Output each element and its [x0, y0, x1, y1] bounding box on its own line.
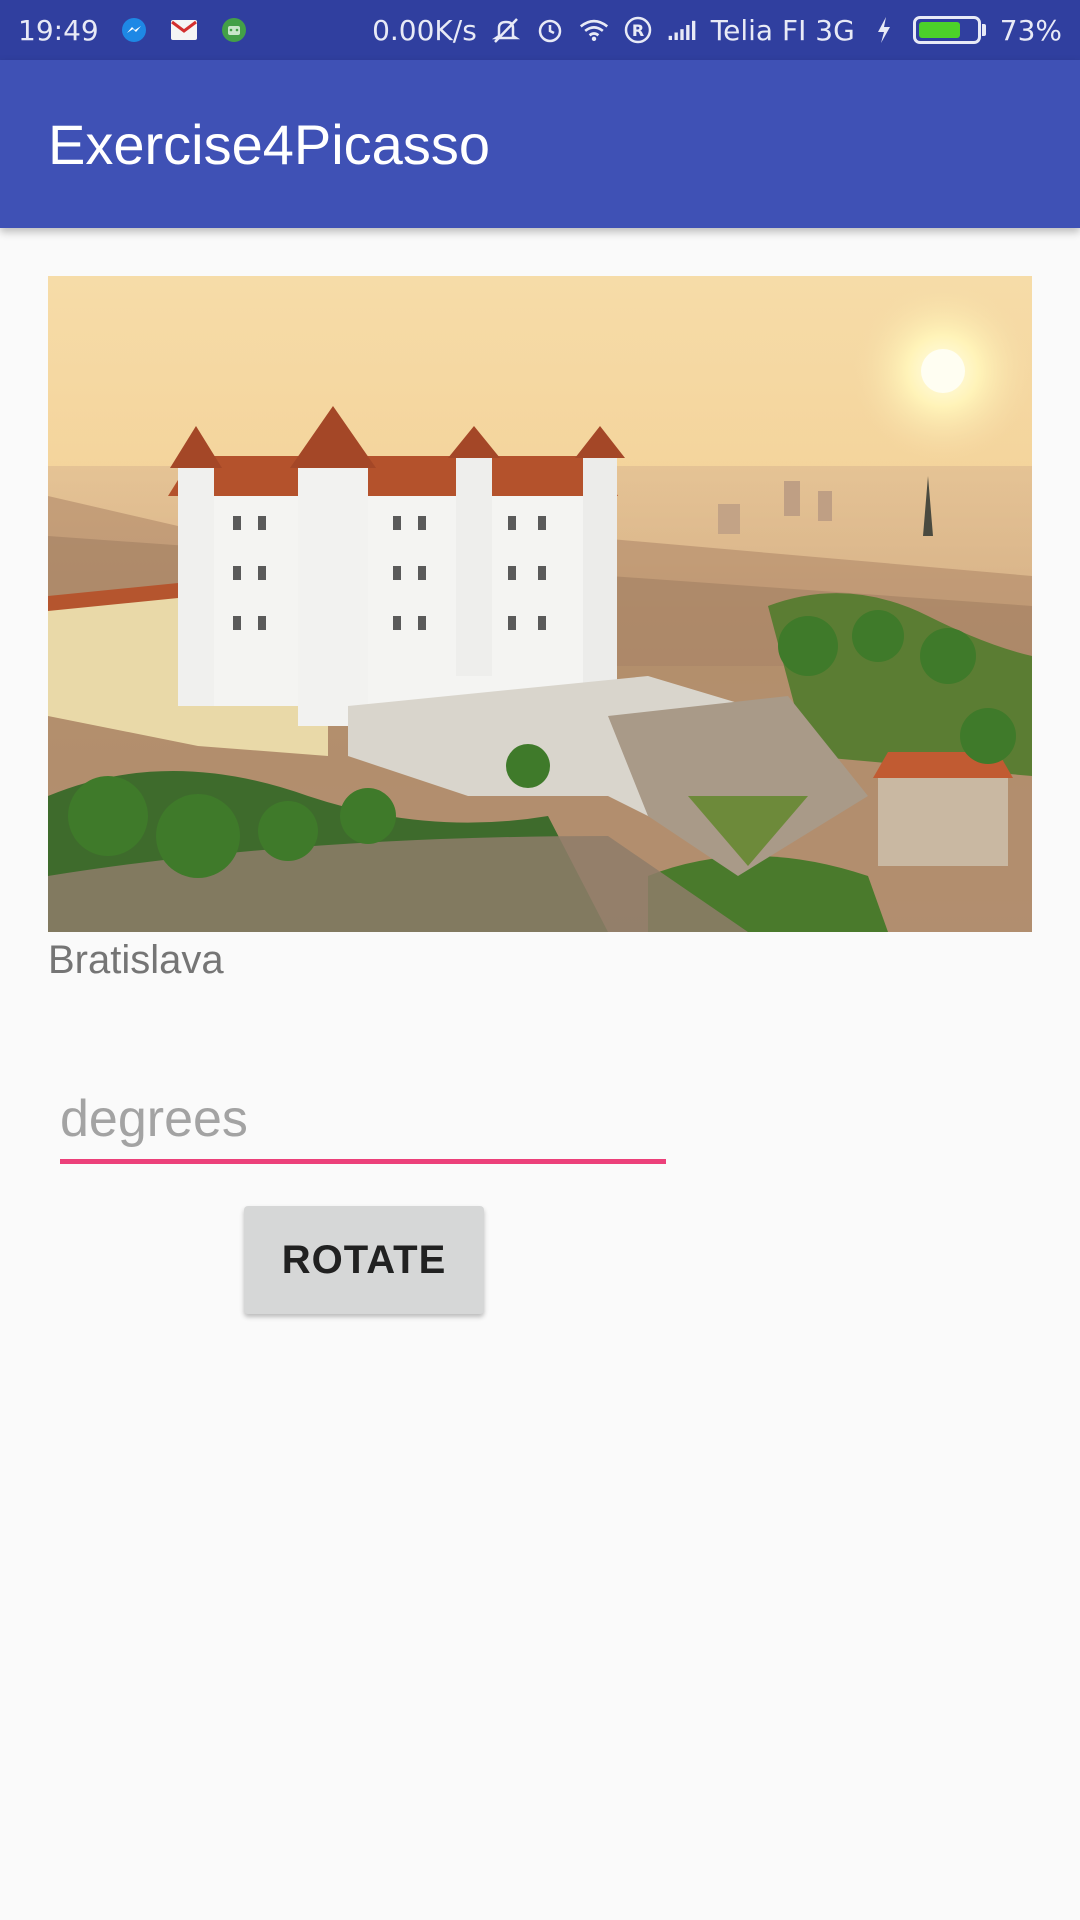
alarm-icon [535, 15, 565, 45]
app-bar: Exercise4Picasso [0, 60, 1080, 228]
bratislava-castle-image [48, 276, 1032, 932]
input-underline [60, 1159, 666, 1164]
charging-icon [869, 15, 899, 45]
city-photo [48, 276, 1032, 932]
degrees-field[interactable] [60, 1080, 666, 1164]
degrees-input[interactable] [60, 1080, 666, 1158]
net-speed: 0.00K/s [372, 13, 477, 47]
carrier-name: Telia FI 3G [710, 13, 855, 47]
battery-fill [918, 22, 960, 38]
battery-tip [981, 24, 986, 36]
roaming-icon: R [623, 15, 653, 45]
android-icon [219, 15, 249, 45]
messenger-icon [119, 15, 149, 45]
wifi-icon [579, 15, 609, 45]
app-title: Exercise4Picasso [48, 112, 490, 176]
mute-icon [491, 15, 521, 45]
battery-body [912, 16, 981, 44]
svg-text:R: R [632, 21, 644, 40]
status-time: 19:49 [18, 13, 99, 47]
status-bar: 19:49 0.00K/s R Telia FI 3G 73% [0, 0, 1080, 60]
image-caption: Bratislava [48, 938, 224, 982]
signal-icon [667, 15, 697, 45]
rotate-button[interactable]: ROTATE [244, 1206, 484, 1314]
status-left: 19:49 [18, 14, 249, 47]
gmail-icon [169, 15, 199, 45]
battery-icon [912, 16, 986, 44]
battery-percent: 73% [999, 13, 1062, 47]
status-right: 0.00K/s R Telia FI 3G 73% [372, 14, 1062, 47]
